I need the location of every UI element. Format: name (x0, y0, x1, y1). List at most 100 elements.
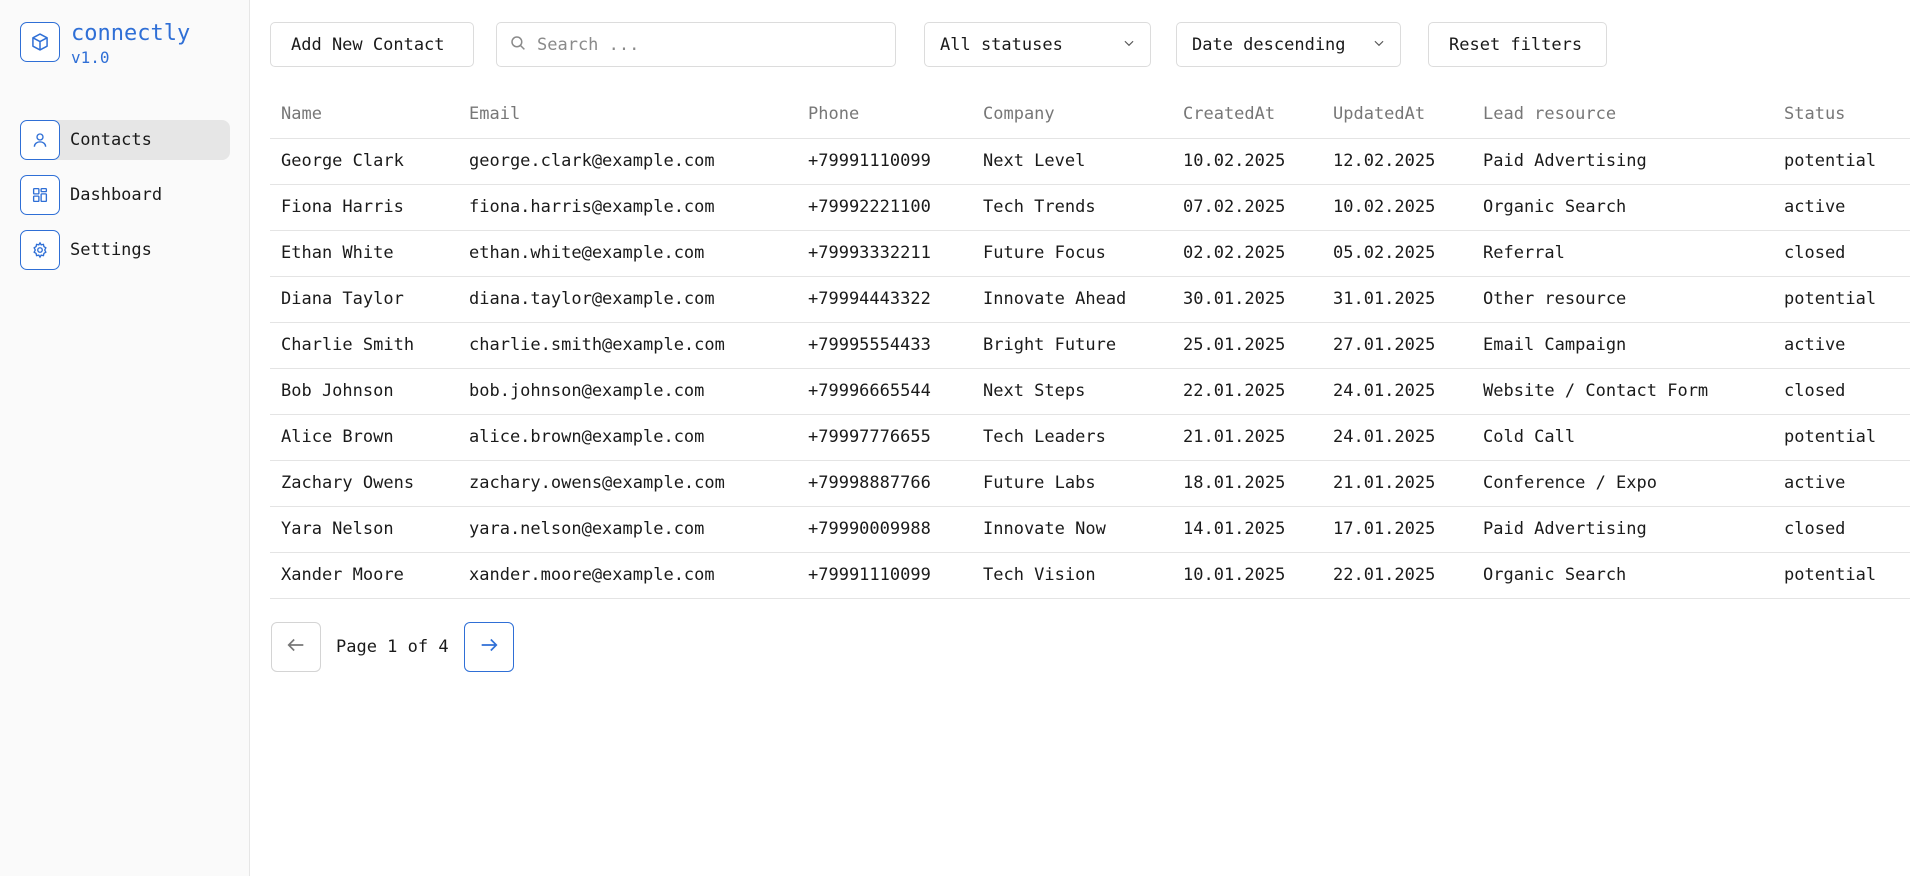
table-row[interactable]: Zachary Owens zachary.owens@example.com +7… (270, 460, 1910, 507)
cell-company: Next Steps (972, 368, 1172, 415)
cell-email: zachary.owens@example.com (458, 460, 797, 507)
table-row[interactable]: Diana Taylor diana.taylor@example.com +799… (270, 276, 1910, 323)
column-header-name[interactable]: Name (270, 90, 458, 139)
cell-name: Yara Nelson (270, 506, 458, 553)
brand: connectly v1.0 (20, 22, 190, 66)
search-input[interactable] (537, 34, 877, 55)
cell-email: bob.johnson@example.com (458, 368, 797, 415)
cell-lead-resource: Website / Contact Form (1472, 368, 1773, 415)
table-body: George Clark george.clark@example.com +799… (270, 138, 1910, 599)
cell-phone: +79995554433 (797, 322, 972, 369)
sidebar: connectly v1.0 Contacts Dashboard Settin… (0, 0, 250, 876)
cell-company: Tech Leaders (972, 414, 1172, 461)
next-page-button[interactable] (463, 622, 514, 672)
cell-phone: +79990009988 (797, 506, 972, 553)
cell-status: closed (1773, 230, 1910, 277)
search-icon (509, 34, 527, 56)
chevron-down-icon (1122, 35, 1136, 55)
cell-name: Ethan White (270, 230, 458, 277)
cell-updated-at: 24.01.2025 (1322, 414, 1472, 461)
cell-created-at: 10.02.2025 (1172, 138, 1322, 185)
table-row[interactable]: Fiona Harris fiona.harris@example.com +799… (270, 184, 1910, 231)
cell-updated-at: 05.02.2025 (1322, 230, 1472, 277)
brand-name: connectly (71, 21, 191, 46)
cell-email: ethan.white@example.com (458, 230, 797, 277)
cell-status: active (1773, 460, 1910, 507)
arrow-right-icon (478, 634, 500, 660)
sidebar-item-label: Contacts (70, 130, 152, 150)
cell-created-at: 07.02.2025 (1172, 184, 1322, 231)
cell-status: closed (1773, 506, 1910, 553)
cell-status: potential (1773, 552, 1910, 599)
gear-icon (20, 230, 60, 270)
cell-lead-resource: Organic Search (1472, 552, 1773, 599)
status-filter-value: All statuses (940, 34, 1063, 55)
cell-name: Fiona Harris (270, 184, 458, 231)
cell-lead-resource: Paid Advertising (1472, 506, 1773, 553)
brand-version: v1.0 (71, 48, 110, 67)
contacts-table: Name Email Phone Company CreatedAt UpdatedAt L… (270, 90, 1910, 599)
cell-name: Bob Johnson (270, 368, 458, 415)
table-row[interactable]: Alice Brown alice.brown@example.com +79997… (270, 414, 1910, 461)
column-header-status[interactable]: Status (1773, 90, 1910, 139)
reset-filters-button[interactable]: Reset filters (1428, 22, 1607, 67)
cell-created-at: 25.01.2025 (1172, 322, 1322, 369)
column-header-phone[interactable]: Phone (797, 90, 972, 139)
cell-name: Zachary Owens (270, 460, 458, 507)
cell-company: Tech Trends (972, 184, 1172, 231)
cell-company: Innovate Ahead (972, 276, 1172, 323)
page-indicator: Page 1 of 4 (336, 637, 449, 657)
column-header-lead-resource[interactable]: Lead resource (1472, 90, 1773, 139)
sidebar-item-contacts[interactable]: Contacts (20, 120, 230, 160)
user-icon (20, 120, 60, 160)
cell-company: Bright Future (972, 322, 1172, 369)
table-row[interactable]: Charlie Smith charlie.smith@example.com +7… (270, 322, 1910, 369)
sort-value: Date descending (1192, 34, 1346, 55)
cell-lead-resource: Other resource (1472, 276, 1773, 323)
box-icon (20, 22, 60, 62)
cell-updated-at: 27.01.2025 (1322, 322, 1472, 369)
table-row[interactable]: George Clark george.clark@example.com +799… (270, 138, 1910, 185)
sidebar-item-dashboard[interactable]: Dashboard (20, 175, 230, 215)
table-row[interactable]: Ethan White ethan.white@example.com +79993… (270, 230, 1910, 277)
prev-page-button[interactable] (271, 622, 321, 672)
cell-email: xander.moore@example.com (458, 552, 797, 599)
cell-phone: +79993332211 (797, 230, 972, 277)
sidebar-nav: Contacts Dashboard Settings (20, 120, 230, 285)
column-header-email[interactable]: Email (458, 90, 797, 139)
sort-select[interactable]: Date descending (1176, 22, 1401, 67)
cell-updated-at: 24.01.2025 (1322, 368, 1472, 415)
cell-status: active (1773, 184, 1910, 231)
cell-created-at: 18.01.2025 (1172, 460, 1322, 507)
sidebar-item-label: Dashboard (70, 185, 163, 205)
sidebar-item-settings[interactable]: Settings (20, 230, 230, 270)
cell-updated-at: 22.01.2025 (1322, 552, 1472, 599)
cell-phone: +79991110099 (797, 138, 972, 185)
cell-company: Next Level (972, 138, 1172, 185)
cell-email: diana.taylor@example.com (458, 276, 797, 323)
cell-company: Future Focus (972, 230, 1172, 277)
add-contact-button[interactable]: Add New Contact (270, 22, 474, 67)
cell-created-at: 14.01.2025 (1172, 506, 1322, 553)
cell-created-at: 30.01.2025 (1172, 276, 1322, 323)
table-row[interactable]: Yara Nelson yara.nelson@example.com +79990… (270, 506, 1910, 553)
sidebar-item-label: Settings (70, 240, 152, 260)
table-row[interactable]: Xander Moore xander.moore@example.com +799… (270, 552, 1910, 599)
cell-created-at: 02.02.2025 (1172, 230, 1322, 277)
arrow-left-icon (285, 634, 307, 660)
cell-email: yara.nelson@example.com (458, 506, 797, 553)
cell-phone: +79996665544 (797, 368, 972, 415)
cell-company: Future Labs (972, 460, 1172, 507)
search-box (496, 22, 896, 67)
cell-name: Xander Moore (270, 552, 458, 599)
status-filter-select[interactable]: All statuses (924, 22, 1151, 67)
cell-email: alice.brown@example.com (458, 414, 797, 461)
column-header-created-at[interactable]: CreatedAt (1172, 90, 1322, 139)
cell-status: closed (1773, 368, 1910, 415)
column-header-company[interactable]: Company (972, 90, 1172, 139)
cell-email: george.clark@example.com (458, 138, 797, 185)
cell-updated-at: 31.01.2025 (1322, 276, 1472, 323)
table-row[interactable]: Bob Johnson bob.johnson@example.com +79996… (270, 368, 1910, 415)
column-header-updated-at[interactable]: UpdatedAt (1322, 90, 1472, 139)
cell-company: Innovate Now (972, 506, 1172, 553)
